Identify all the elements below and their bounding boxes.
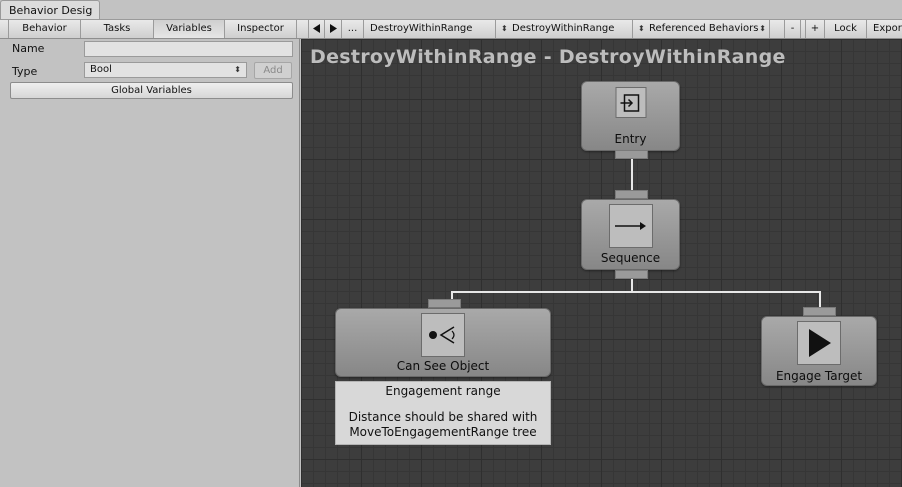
behavior-select-label: DestroyWithinRange [370,23,473,34]
referenced-behaviors-label: Referenced Behaviors [649,23,759,34]
comment-line-2: MoveToEngagementRange tree [349,425,537,439]
global-variables-button[interactable]: Global Variables [10,82,293,99]
dropdown-arrows-icon: ⬍ [234,65,241,74]
can-see-object-node[interactable]: Can See Object [335,308,551,377]
eye-sight-icon [421,313,465,357]
entry-node-label: Entry [614,132,647,146]
connection-to-can-see-object [451,291,453,299]
sequence-output-port[interactable] [615,270,648,279]
add-button[interactable]: + [805,20,825,38]
tree-select-label: DestroyWithinRange [512,23,615,34]
comment-title: Engagement range [385,384,501,398]
toolbar: Behavior Tasks Variables Inspector ... D… [0,20,902,39]
tab-tasks[interactable]: Tasks [81,20,154,38]
name-label: Name [12,42,45,55]
sequence-input-port[interactable] [615,190,648,199]
name-field[interactable] [84,41,293,57]
triangle-right-icon [329,24,337,33]
type-label: Type [12,65,38,78]
node-comment: Engagement range Distance should be shar… [335,381,551,445]
engage-target-node-label: Engage Target [775,369,863,383]
back-button[interactable] [308,20,325,38]
forward-button[interactable] [325,20,342,38]
engage-target-input-port[interactable] [803,307,836,316]
tab-variables[interactable]: Variables [154,20,225,38]
more-button[interactable]: ... [342,20,364,38]
remove-button[interactable]: - [784,20,801,38]
window-tab[interactable]: Behavior Desig [0,0,100,20]
tab-inspector[interactable]: Inspector [225,20,297,38]
can-see-object-node-label: Can See Object [396,359,490,373]
behavior-graph-canvas[interactable]: DestroyWithinRange - DestroyWithinRange … [301,39,902,487]
triangle-left-icon [313,24,320,33]
entry-node[interactable]: Entry [581,81,680,151]
connection-horizontal [451,291,821,293]
tab-behavior[interactable]: Behavior [8,20,81,38]
add-variable-button[interactable]: Add [254,62,292,79]
tree-select[interactable]: ⬍ DestroyWithinRange [496,20,633,38]
type-select-value: Bool [90,64,112,75]
referenced-behaviors-select[interactable]: ⬍ Referenced Behaviors ⬍ [633,20,770,38]
panel-divider [299,39,300,487]
dropdown-arrows-icon: ⬍ [638,24,645,33]
can-see-object-input-port[interactable] [428,299,461,308]
type-select[interactable]: Bool ⬍ [84,62,247,78]
lock-button[interactable]: Lock [825,20,867,38]
export-button[interactable]: Expor [867,20,902,38]
entry-output-port[interactable] [615,150,648,159]
arrow-right-icon [608,204,653,248]
dropdown-arrows-icon: ⬍ [759,24,766,33]
comment-line-1: Distance should be shared with [348,410,538,424]
sequence-node-label: Sequence [600,251,661,265]
connection-to-engage-target [819,291,821,307]
connection-entry-sequence [631,159,633,190]
graph-title: DestroyWithinRange - DestroyWithinRange [310,46,786,68]
entry-icon [615,87,646,118]
sequence-node[interactable]: Sequence [581,199,680,270]
dropdown-arrows-icon: ⬍ [501,24,508,33]
engage-target-node[interactable]: Engage Target [761,316,877,386]
variables-panel [0,39,300,487]
play-icon [797,321,841,365]
behavior-select[interactable]: DestroyWithinRange [364,20,496,38]
